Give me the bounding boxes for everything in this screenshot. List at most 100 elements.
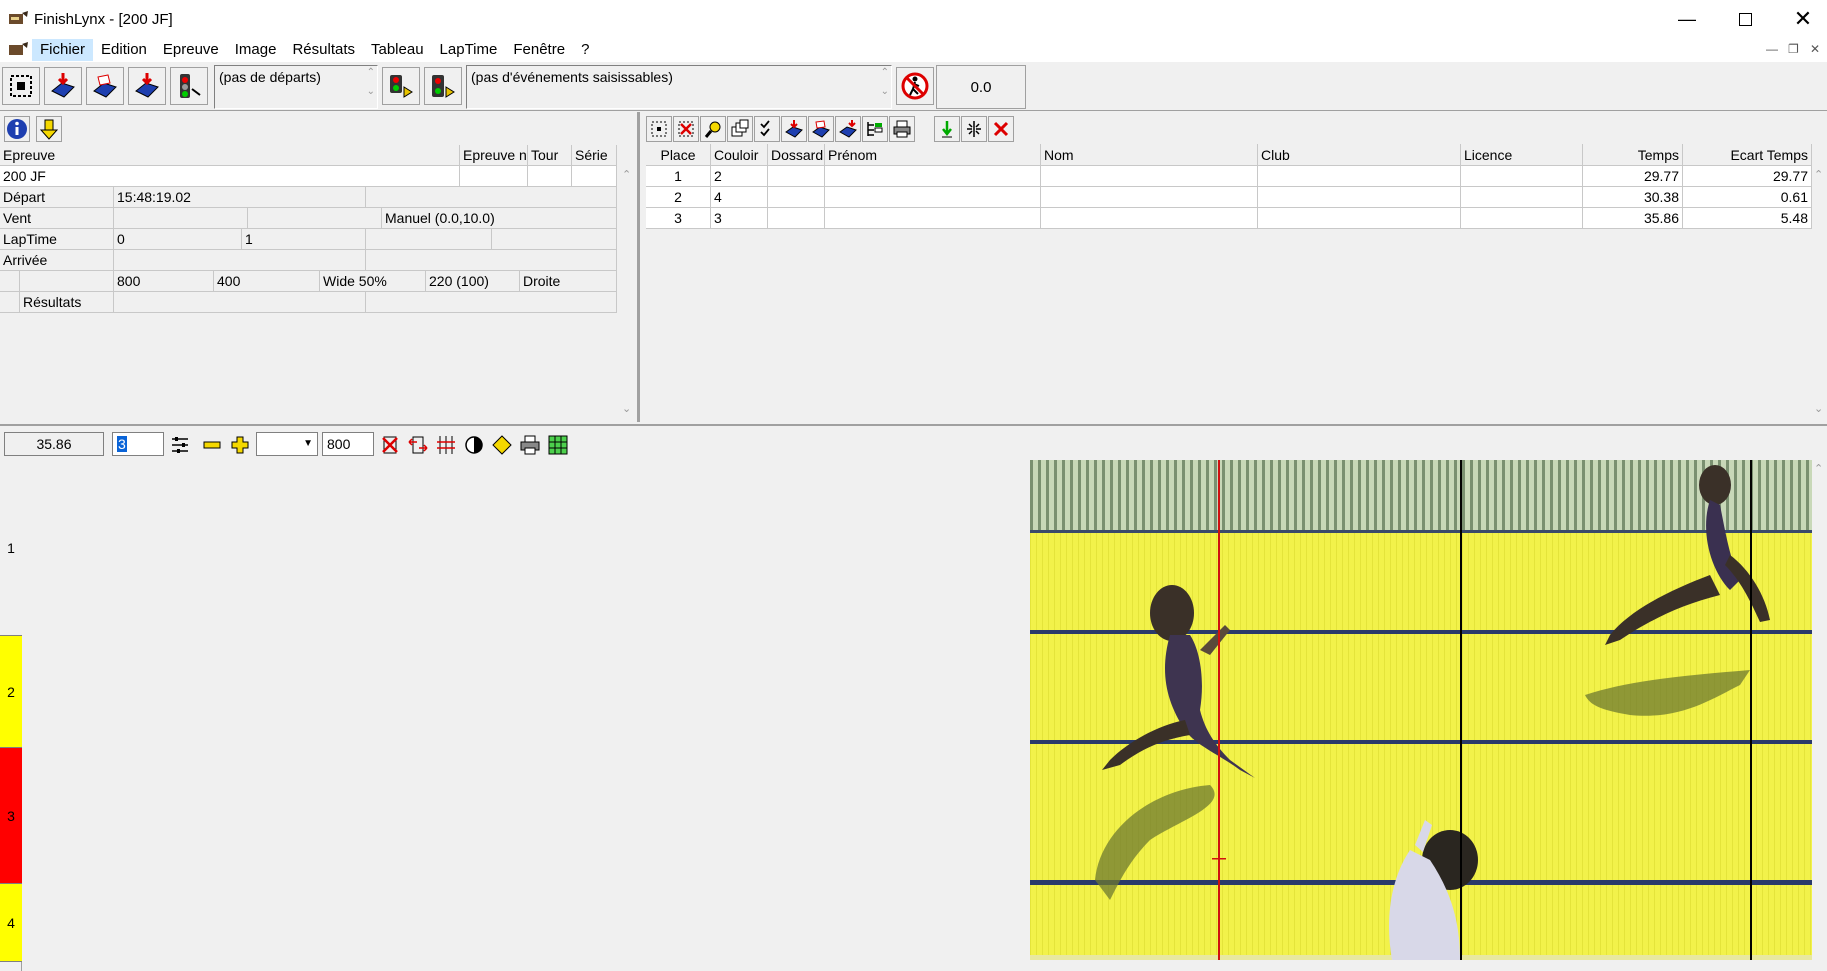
delete-image-button[interactable] (378, 433, 402, 457)
cell-prenom[interactable] (825, 187, 1041, 208)
depart-value[interactable]: 15:48:19.02 (114, 187, 366, 208)
cell-club[interactable] (1258, 187, 1461, 208)
lane-3-marker[interactable]: 3 (0, 748, 22, 884)
capture-button[interactable] (2, 67, 40, 105)
minimize-button[interactable]: — (1658, 0, 1716, 38)
scroll-down-icon[interactable]: ⌄ (881, 86, 889, 97)
results-check-button[interactable] (754, 116, 780, 142)
cell-nom[interactable] (1041, 187, 1258, 208)
events-button[interactable] (424, 67, 462, 105)
col-club[interactable]: Club (1258, 144, 1461, 166)
cell-licence[interactable] (1461, 208, 1583, 229)
close-button[interactable]: ✕ (1774, 0, 1827, 38)
col-temps[interactable]: Temps (1583, 144, 1683, 166)
col-couloir[interactable]: Couloir (711, 144, 768, 166)
menu-resultats[interactable]: Résultats (284, 39, 363, 61)
results-sort-button[interactable] (862, 116, 888, 142)
camera-width[interactable]: 400 (214, 271, 320, 292)
lane-settings-button[interactable] (168, 433, 192, 457)
maximize-button[interactable] (1716, 0, 1774, 38)
col-licence[interactable]: Licence (1461, 144, 1583, 166)
camera-position[interactable]: 220 (100) (426, 271, 520, 292)
results-clear-button[interactable] (673, 116, 699, 142)
results-delete-button[interactable] (988, 116, 1014, 142)
lane-1-marker[interactable]: 1 (0, 460, 22, 636)
results-windows-button[interactable] (727, 116, 753, 142)
arrivee-value[interactable] (114, 250, 366, 271)
cell-prenom[interactable] (825, 208, 1041, 229)
photo-finish-image[interactable] (1030, 460, 1812, 960)
cell-temps[interactable]: 35.86 (1583, 208, 1683, 229)
menu-fenetre[interactable]: Fenêtre (505, 39, 573, 61)
col-place[interactable]: Place (646, 144, 711, 166)
cell-licence[interactable] (1461, 166, 1583, 187)
mdi-minimize-button[interactable]: — (1766, 42, 1778, 56)
cell-dossard[interactable] (768, 166, 825, 187)
zoom-in-button[interactable] (228, 433, 252, 457)
start-sensor-button[interactable] (170, 67, 208, 105)
zoom-select[interactable]: ▼ (256, 432, 318, 456)
starts-select[interactable]: (pas de départs) ⌃ ⌄ (214, 65, 378, 109)
start-list-button[interactable] (382, 67, 420, 105)
resultats-value[interactable] (114, 292, 366, 313)
cell-club[interactable] (1258, 208, 1461, 229)
col-dossard[interactable]: Dossard (768, 144, 825, 166)
events-select[interactable]: (pas d'événements saisissables) ⌃ ⌄ (466, 65, 892, 109)
col-prenom[interactable]: Prénom (825, 144, 1041, 166)
results-print-button[interactable] (889, 116, 915, 142)
results-open-button[interactable] (781, 116, 807, 142)
right-scroll-down-icon[interactable]: ⌄ (1814, 402, 1823, 415)
cell-couloir[interactable]: 3 (711, 208, 768, 229)
vent-value-2[interactable] (248, 208, 382, 229)
results-import-button[interactable] (835, 116, 861, 142)
download-button[interactable] (36, 116, 62, 142)
heat-cell[interactable] (572, 166, 617, 187)
menu-fichier[interactable]: Fichier (32, 39, 94, 61)
mdi-restore-button[interactable]: ❐ (1788, 42, 1799, 56)
results-capture-button[interactable] (646, 116, 672, 142)
menu-edition[interactable]: Edition (93, 39, 155, 61)
laptime-value-4[interactable] (492, 229, 617, 250)
camera-zoom[interactable]: Wide 50% (320, 271, 426, 292)
results-save-button[interactable] (808, 116, 834, 142)
cell-club[interactable] (1258, 166, 1461, 187)
laptime-value-3[interactable] (366, 229, 492, 250)
laptime-value-2[interactable]: 1 (242, 229, 366, 250)
vent-value-1[interactable] (114, 208, 248, 229)
event-number-cell[interactable] (460, 166, 528, 187)
lane-2-marker[interactable]: 2 (0, 636, 22, 748)
col-nom[interactable]: Nom (1041, 144, 1258, 166)
lane-input[interactable]: 3 (112, 432, 164, 456)
density-input[interactable]: 800 (322, 432, 374, 456)
reverse-image-button[interactable] (406, 433, 430, 457)
round-cell[interactable] (528, 166, 572, 187)
mdi-close-button[interactable]: ✕ (1810, 42, 1820, 56)
crop-button[interactable] (434, 433, 458, 457)
event-name-cell[interactable]: 200 JF (0, 166, 460, 187)
scroll-up-icon[interactable]: ⌃ (367, 67, 375, 78)
no-runner-button[interactable] (896, 67, 934, 105)
scroll-up-icon[interactable]: ⌃ (881, 67, 889, 78)
menu-image[interactable]: Image (227, 39, 285, 61)
cell-dossard[interactable] (768, 208, 825, 229)
grid-button[interactable] (546, 433, 570, 457)
brightness-button[interactable] (490, 433, 514, 457)
results-search-button[interactable] (700, 116, 726, 142)
results-split-button[interactable] (961, 116, 987, 142)
left-scroll-down-icon[interactable]: ⌄ (622, 402, 631, 415)
save-event-button[interactable] (86, 67, 124, 105)
info-button[interactable] (4, 116, 30, 142)
cell-nom[interactable] (1041, 166, 1258, 187)
menu-laptime[interactable]: LapTime (432, 39, 506, 61)
camera-direction[interactable]: Droite (520, 271, 617, 292)
cell-prenom[interactable] (825, 166, 1041, 187)
import-button[interactable] (128, 67, 166, 105)
menu-epreuve[interactable]: Epreuve (155, 39, 227, 61)
camera-density[interactable]: 800 (114, 271, 214, 292)
zoom-out-button[interactable] (200, 433, 224, 457)
cell-couloir[interactable]: 4 (711, 187, 768, 208)
scroll-down-icon[interactable]: ⌄ (367, 86, 375, 97)
vent-mode[interactable]: Manuel (0.0,10.0) (382, 208, 617, 229)
lane-4-marker[interactable]: 4 (0, 884, 22, 962)
cell-temps[interactable]: 30.38 (1583, 187, 1683, 208)
